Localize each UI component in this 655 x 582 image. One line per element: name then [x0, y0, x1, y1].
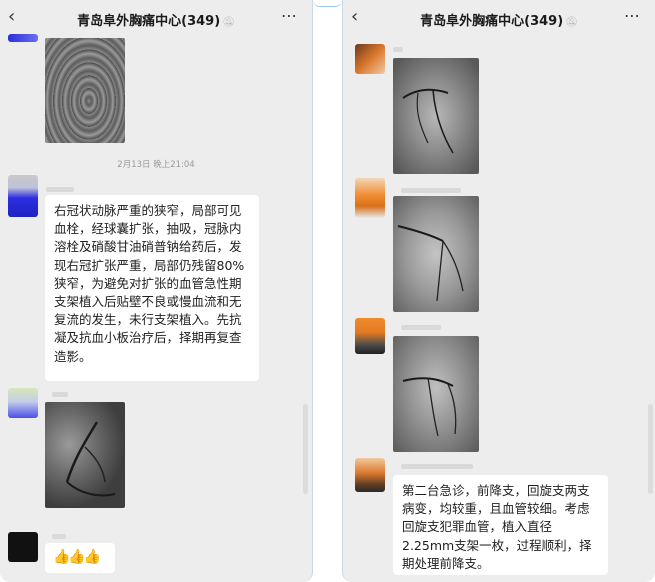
message-text: 右冠状动脉严重的狭窄，局部可见血栓，经球囊扩张，抽吸，冠脉内溶栓及硝酸甘油硝普钠…	[54, 203, 245, 364]
chat-title: 青岛阜外胸痛中心(349) 🔕︎	[0, 10, 312, 29]
avatar[interactable]	[355, 458, 385, 492]
right-chat-screen: ‹ 青岛阜外胸痛中心(349) 🔕︎ ⋯ 第二台急诊，前降支，回旋支两支病变，均…	[342, 0, 655, 582]
chat-header: ‹ 青岛阜外胸痛中心(349) 🔕︎ ⋯	[0, 0, 312, 38]
more-icon[interactable]: ⋯	[281, 6, 298, 25]
vessel-lines	[402, 88, 454, 154]
vessel-lines	[402, 377, 457, 437]
angiogram-image[interactable]	[393, 336, 479, 452]
group-name: 青岛阜外胸痛中心(349)	[77, 14, 221, 29]
timestamp: 2月13日 晚上21:04	[117, 160, 195, 170]
thumbs-up-icon: 👍👍👍	[53, 549, 101, 565]
avatar[interactable]	[8, 532, 38, 562]
center-connector	[313, 0, 342, 7]
bell-off-icon: 🔕︎	[222, 17, 235, 28]
message-bubble: 右冠状动脉严重的狭窄，局部可见血栓，经球囊扩张，抽吸，冠脉内溶栓及硝酸甘油硝普钠…	[45, 195, 259, 381]
angiogram-image[interactable]	[393, 58, 479, 174]
avatar[interactable]	[8, 175, 38, 217]
avatar[interactable]	[355, 178, 385, 218]
angiogram-image[interactable]	[393, 196, 479, 312]
angiogram-image[interactable]	[45, 38, 125, 143]
sender-name	[401, 464, 473, 469]
angiogram-image[interactable]	[45, 402, 125, 508]
vessel-lines	[65, 421, 116, 497]
vessel-lines	[397, 225, 464, 302]
reaction-bubble: 👍👍👍	[45, 543, 115, 573]
sender-name	[401, 325, 441, 330]
sender-name	[401, 188, 461, 193]
group-name: 青岛阜外胸痛中心(349)	[420, 14, 564, 29]
avatar[interactable]	[8, 34, 38, 42]
message-bubble: 第二台急诊，前降支，回旋支两支病变，均较重，且血管较细。考虑回旋支犯罪血管，植入…	[393, 475, 608, 575]
left-chat-screen: ‹ 青岛阜外胸痛中心(349) 🔕︎ ⋯ 2月13日 晚上21:04 右冠状动脉严…	[0, 0, 313, 582]
scrollbar[interactable]	[303, 404, 308, 494]
sender-name	[52, 534, 66, 539]
avatar[interactable]	[355, 318, 385, 354]
avatar[interactable]	[355, 44, 385, 74]
more-icon[interactable]: ⋯	[624, 6, 641, 25]
message-text: 第二台急诊，前降支，回旋支两支病变，均较重，且血管较细。考虑回旋支犯罪血管，植入…	[402, 483, 592, 571]
sender-name	[52, 392, 68, 397]
avatar[interactable]	[8, 388, 38, 418]
bell-off-icon: 🔕︎	[565, 17, 578, 28]
sender-name	[46, 187, 74, 192]
chat-title: 青岛阜外胸痛中心(349) 🔕︎	[343, 10, 655, 29]
sender-name	[393, 47, 403, 52]
chat-header: ‹ 青岛阜外胸痛中心(349) 🔕︎ ⋯	[343, 0, 655, 38]
scrollbar[interactable]	[648, 404, 653, 494]
